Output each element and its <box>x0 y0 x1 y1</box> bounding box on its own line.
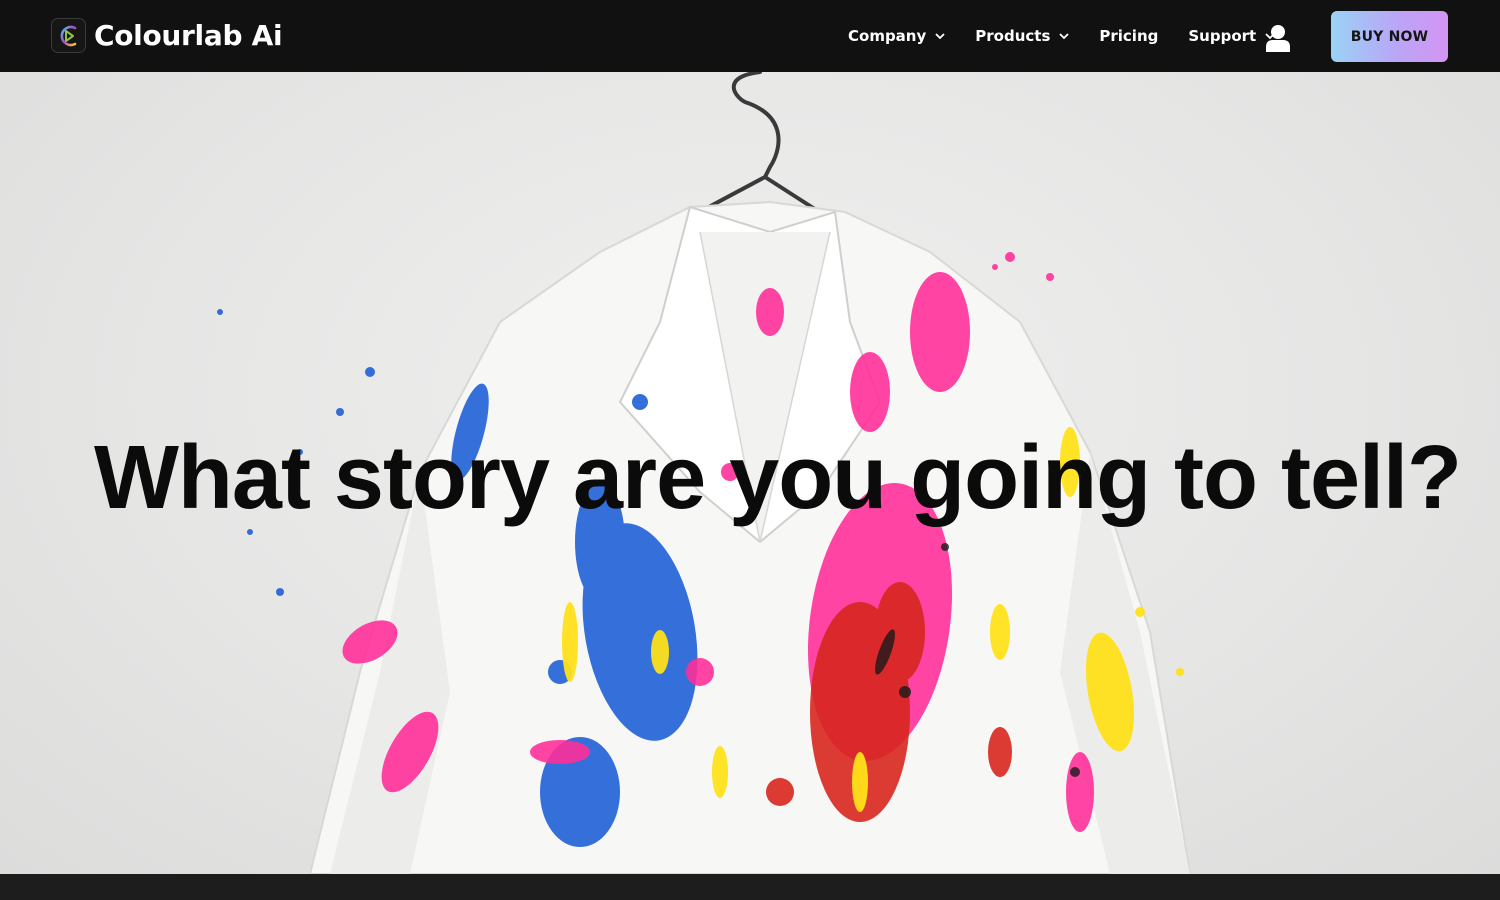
nav-item-support[interactable]: Support <box>1188 27 1275 45</box>
nav-item-products[interactable]: Products <box>975 27 1070 45</box>
chevron-down-icon <box>935 32 945 40</box>
primary-nav: Company Products Pricing Support <box>848 0 1305 72</box>
nav-item-label: Products <box>975 27 1051 45</box>
nav-item-company[interactable]: Company <box>848 27 945 45</box>
nav-item-label: Pricing <box>1099 27 1159 45</box>
nav-item-pricing[interactable]: Pricing <box>1099 27 1158 45</box>
buy-now-button[interactable]: BUY NOW <box>1331 11 1448 62</box>
nav-item-label: Support <box>1188 27 1257 45</box>
hero-section: What story are you going to tell? <box>0 72 1500 874</box>
user-icon[interactable] <box>1265 24 1291 52</box>
top-navigation-bar: Colourlab Ai Company Products Pricing Su… <box>0 0 1500 72</box>
nav-item-label: Company <box>848 27 927 45</box>
brand-home-link[interactable]: Colourlab Ai <box>51 18 283 53</box>
chevron-down-icon <box>1059 32 1070 40</box>
colourlab-logo-icon <box>51 18 86 53</box>
brand-name: Colourlab Ai <box>94 19 283 52</box>
bottom-dark-strip <box>0 874 1500 900</box>
hero-headline: What story are you going to tell? <box>93 428 1462 528</box>
